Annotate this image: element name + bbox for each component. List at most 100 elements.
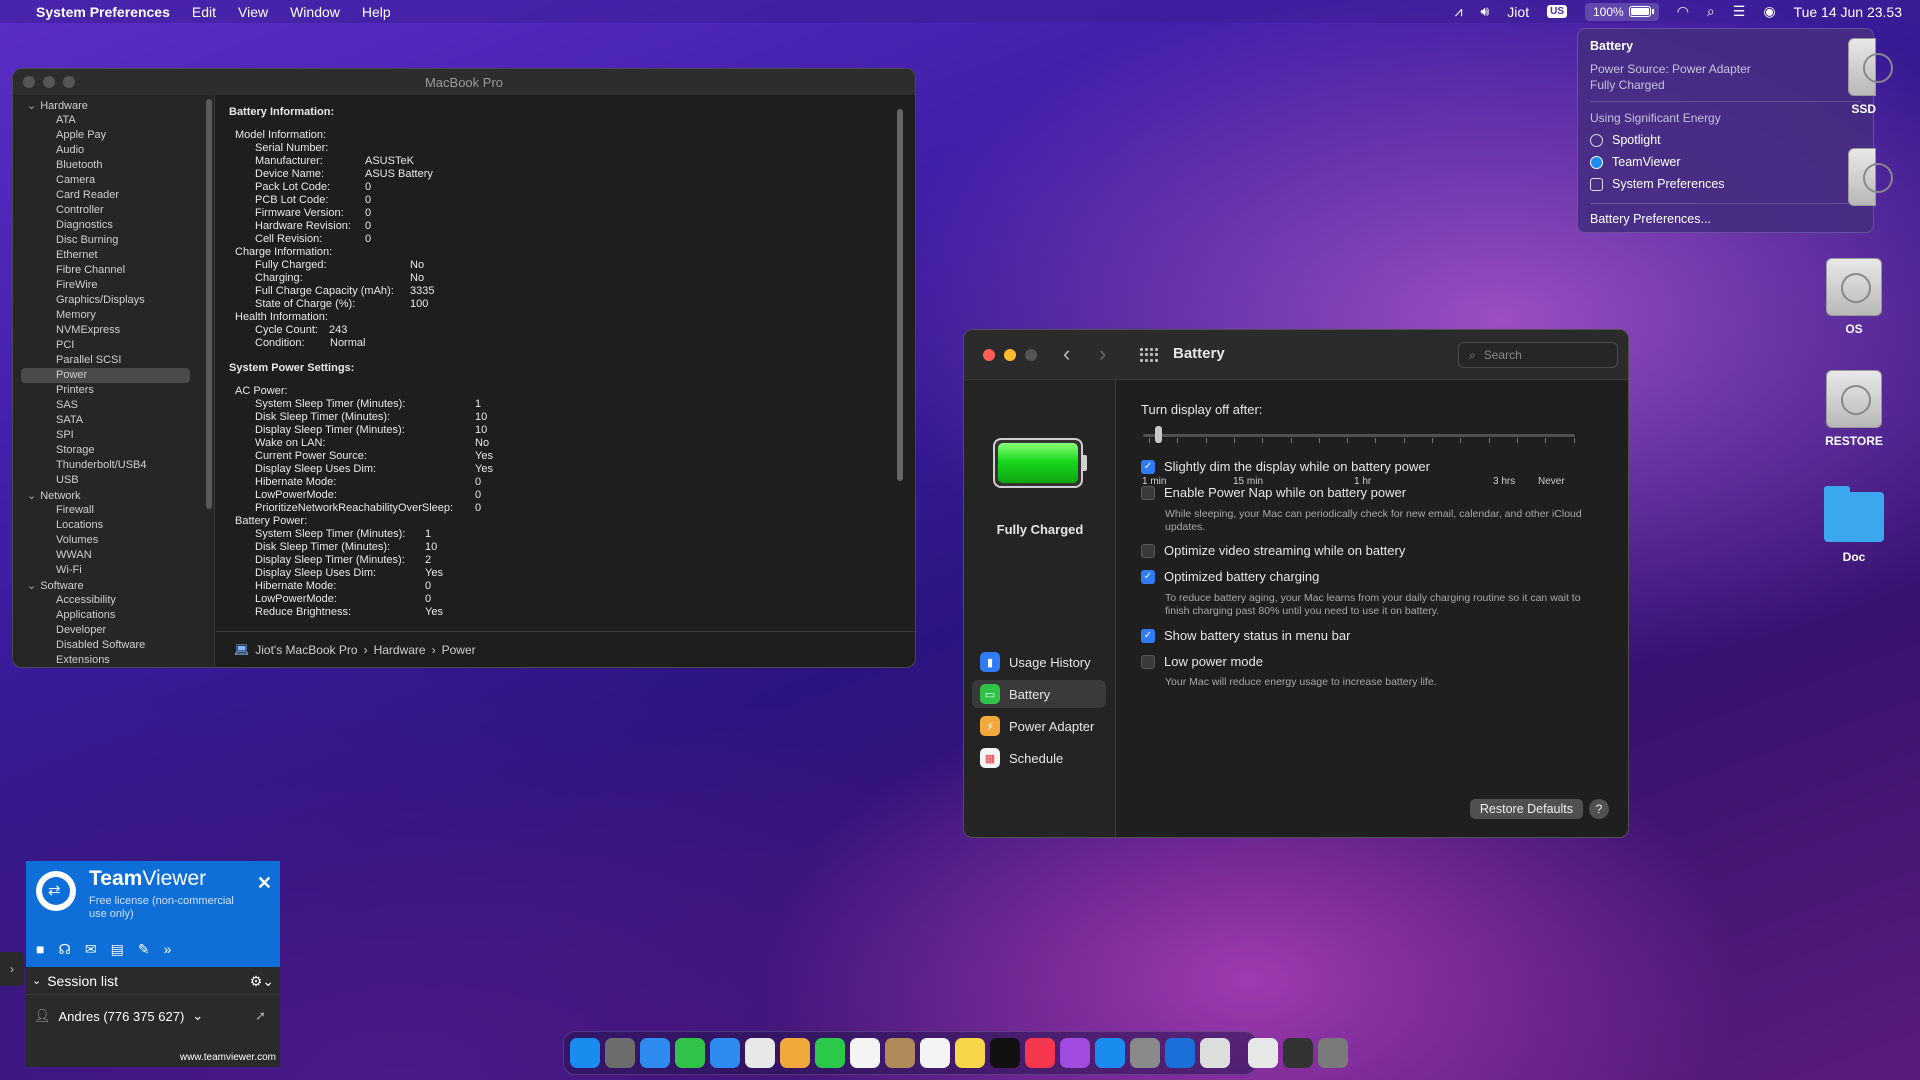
sidebar-item[interactable]: SPI (13, 428, 214, 443)
dock-app-icon[interactable] (605, 1038, 635, 1068)
breadcrumb-computer[interactable]: Jiot's MacBook Pro (255, 643, 357, 657)
sidebar-category[interactable]: Hardware (13, 98, 214, 113)
menu-user[interactable]: Jiot (1507, 4, 1529, 20)
option-show-battery-status[interactable]: ✓ Show battery status in menu bar (1141, 628, 1350, 643)
checkbox[interactable]: ✓ (1141, 628, 1155, 643)
option-optimize-video[interactable]: Optimize video streaming while on batter… (1141, 543, 1405, 558)
dock-app-icon[interactable] (1060, 1038, 1090, 1068)
dock-app-icon[interactable] (885, 1038, 915, 1068)
checkbox[interactable] (1141, 485, 1155, 500)
sidebar-category[interactable]: Network (13, 488, 214, 503)
video-icon[interactable]: ■ (36, 941, 44, 958)
sidebar-item[interactable]: Diagnostics (13, 218, 214, 233)
menu-help[interactable]: Help (362, 4, 391, 20)
slider-knob[interactable] (1155, 426, 1162, 443)
sidebar-item[interactable]: Extensions (13, 653, 214, 667)
gear-icon[interactable]: ⚙⌄ (250, 973, 274, 990)
sidebar-item[interactable]: Firewall (13, 503, 214, 518)
menu-view[interactable]: View (238, 4, 268, 20)
nav-usage-history[interactable]: ▮ Usage History (972, 648, 1106, 676)
desktop-disk-2[interactable] (1806, 148, 1893, 206)
dock-app-icon[interactable] (1283, 1038, 1313, 1068)
teamviewer-collapse-tab[interactable]: › (0, 952, 24, 986)
control-center-icon[interactable]: ☰ (1733, 3, 1746, 20)
session-contact[interactable]: 👤︎ Andres (776 375 627) ⌄ ➚ (26, 995, 280, 1037)
dock-app-icon[interactable] (1130, 1038, 1160, 1068)
minimize-button[interactable] (1004, 348, 1016, 361)
nav-schedule[interactable]: ▦ Schedule (972, 744, 1106, 772)
volume-icon[interactable]: 🔊︎ (1480, 3, 1489, 20)
dock-app-icon[interactable] (640, 1038, 670, 1068)
siri-icon[interactable]: ◉ (1763, 3, 1775, 20)
option-optimized-charging[interactable]: ✓ Optimized battery charging (1141, 569, 1319, 584)
dock-app-icon[interactable] (675, 1038, 705, 1068)
dock-app-icon[interactable] (1165, 1038, 1195, 1068)
help-button[interactable]: ? (1589, 799, 1609, 819)
sidebar-item[interactable]: Storage (13, 443, 214, 458)
dock-app-icon[interactable] (1025, 1038, 1055, 1068)
display-off-slider[interactable] (1143, 434, 1575, 437)
sidebar-item[interactable]: Accessibility (13, 593, 214, 608)
battery-status[interactable]: 100% (1585, 2, 1659, 21)
chevron-down-icon[interactable]: ⌄ (192, 1008, 203, 1024)
sidebar-item[interactable]: Ethernet (13, 248, 214, 263)
checkbox[interactable]: ✓ (1141, 569, 1155, 584)
dock-app-icon[interactable] (710, 1038, 740, 1068)
sidebar-item[interactable]: Camera (13, 173, 214, 188)
sidebar-item[interactable]: Locations (13, 518, 214, 533)
content-scrollbar[interactable] (897, 109, 903, 481)
sidebar-item[interactable]: Card Reader (13, 188, 214, 203)
wifi-icon[interactable]: ◠ (1677, 3, 1689, 20)
files-icon[interactable]: ▤ (111, 941, 124, 958)
sidebar-item[interactable]: Wi-Fi (13, 563, 214, 578)
dock-app-icon[interactable] (920, 1038, 950, 1068)
zoom-button[interactable] (1025, 348, 1037, 361)
sidebar-item[interactable]: WWAN (13, 548, 214, 563)
option-low-power-mode[interactable]: Low power mode (1141, 654, 1263, 669)
sidebar-item[interactable]: Graphics/Displays (13, 293, 214, 308)
sidebar-item[interactable]: Audio (13, 143, 214, 158)
window-titlebar[interactable]: MacBook Pro (13, 69, 915, 95)
session-list-header[interactable]: ⌄ Session list ⚙⌄ (26, 967, 280, 995)
sidebar-item[interactable]: SAS (13, 398, 214, 413)
dock-app-icon[interactable] (1095, 1038, 1125, 1068)
sidebar-item[interactable]: Controller (13, 203, 214, 218)
sidebar-item[interactable]: FireWire (13, 278, 214, 293)
desktop-folder-doc[interactable]: Doc (1804, 486, 1904, 564)
menu-datetime[interactable]: Tue 14 Jun 23.53 (1794, 4, 1902, 20)
sidebar-item[interactable]: Disabled Software (13, 638, 214, 653)
dock-app-icon[interactable] (815, 1038, 845, 1068)
restore-defaults-button[interactable]: Restore Defaults (1469, 799, 1583, 819)
dock-app-icon[interactable] (990, 1038, 1020, 1068)
back-arrow-icon[interactable]: ‹ (1063, 341, 1070, 367)
spotlight-search-icon[interactable]: ⌕ (1707, 3, 1715, 20)
option-dim-display[interactable]: ✓ Slightly dim the display while on batte… (1141, 459, 1430, 474)
dock-app-icon[interactable] (780, 1038, 810, 1068)
chat-icon[interactable]: ✉ (85, 941, 97, 958)
activity-monitor-icon[interactable]: ⩘ (1455, 3, 1463, 20)
teamviewer-website[interactable]: www.teamviewer.com (180, 1052, 276, 1063)
dock-app-icon[interactable] (745, 1038, 775, 1068)
sidebar-item[interactable]: Bluetooth (13, 158, 214, 173)
dock-app-icon[interactable] (1200, 1038, 1230, 1068)
desktop-disk-restore[interactable]: RESTORE (1804, 370, 1904, 448)
close-button[interactable] (983, 348, 995, 361)
sidebar-item[interactable]: PCI (13, 338, 214, 353)
breadcrumb-power[interactable]: Power (442, 643, 476, 657)
sidebar-item[interactable]: USB (13, 473, 214, 488)
sidebar-item[interactable]: ATA (13, 113, 214, 128)
sidebar-item[interactable]: Developer (13, 623, 214, 638)
menu-app-name[interactable]: System Preferences (36, 4, 170, 20)
search-field[interactable]: ⌕ Search (1458, 342, 1618, 368)
sidebar-item[interactable]: Volumes (13, 533, 214, 548)
dock-app-icon[interactable] (850, 1038, 880, 1068)
dock-app-icon[interactable] (955, 1038, 985, 1068)
window-titlebar[interactable]: ‹ › Battery ⌕ Search (964, 330, 1628, 380)
tools-icon[interactable]: ✎ (138, 941, 150, 958)
grid-icon[interactable] (1140, 348, 1158, 362)
headset-icon[interactable]: ☊ (58, 941, 70, 958)
menu-window[interactable]: Window (290, 4, 340, 20)
sidebar-item[interactable]: SATA (13, 413, 214, 428)
nav-power-adapter[interactable]: ⚡︎ Power Adapter (972, 712, 1106, 740)
sidebar-item[interactable]: NVMExpress (13, 323, 214, 338)
